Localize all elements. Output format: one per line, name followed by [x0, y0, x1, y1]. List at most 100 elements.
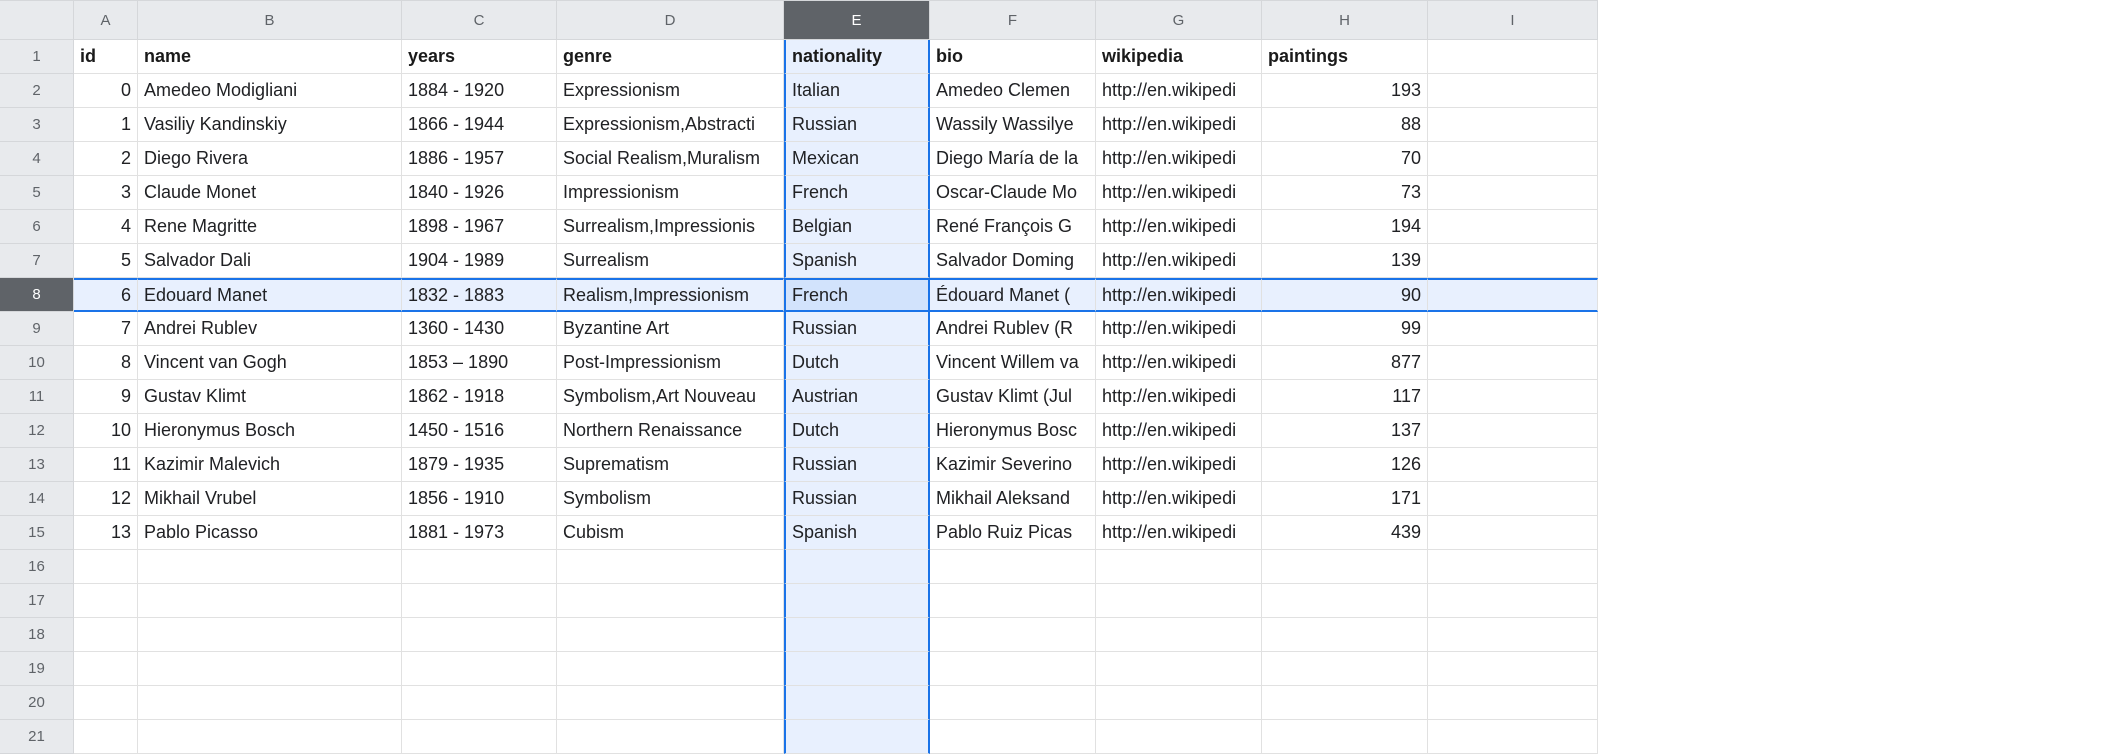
cell-F4[interactable]: Diego María de la	[930, 142, 1096, 176]
row-header-11[interactable]: 11	[0, 380, 74, 414]
cell-E4[interactable]: Mexican	[784, 142, 930, 176]
cell-I20[interactable]	[1428, 686, 1598, 720]
cell-D2[interactable]: Expressionism	[557, 74, 784, 108]
cell-F10[interactable]: Vincent Willem va	[930, 346, 1096, 380]
column-header-F[interactable]: F	[930, 0, 1096, 40]
cell-B1[interactable]: name	[138, 40, 402, 74]
cell-A6[interactable]: 4	[74, 210, 138, 244]
cell-D7[interactable]: Surrealism	[557, 244, 784, 278]
row-header-10[interactable]: 10	[0, 346, 74, 380]
cell-H7[interactable]: 139	[1262, 244, 1428, 278]
cell-F1[interactable]: bio	[930, 40, 1096, 74]
cell-E19[interactable]	[784, 652, 930, 686]
cell-D4[interactable]: Social Realism,Muralism	[557, 142, 784, 176]
cell-A9[interactable]: 7	[74, 312, 138, 346]
cell-F11[interactable]: Gustav Klimt (Jul	[930, 380, 1096, 414]
cell-E17[interactable]	[784, 584, 930, 618]
cell-D1[interactable]: genre	[557, 40, 784, 74]
cell-B15[interactable]: Pablo Picasso	[138, 516, 402, 550]
cell-B9[interactable]: Andrei Rublev	[138, 312, 402, 346]
cell-G9[interactable]: http://en.wikipedi	[1096, 312, 1262, 346]
cell-D12[interactable]: Northern Renaissance	[557, 414, 784, 448]
cell-I18[interactable]	[1428, 618, 1598, 652]
cell-B6[interactable]: Rene Magritte	[138, 210, 402, 244]
cell-D19[interactable]	[557, 652, 784, 686]
cell-C3[interactable]: 1866 - 1944	[402, 108, 557, 142]
cell-B17[interactable]	[138, 584, 402, 618]
column-header-B[interactable]: B	[138, 0, 402, 40]
cell-B18[interactable]	[138, 618, 402, 652]
cell-D21[interactable]	[557, 720, 784, 754]
cell-D5[interactable]: Impressionism	[557, 176, 784, 210]
cell-D17[interactable]	[557, 584, 784, 618]
column-header-I[interactable]: I	[1428, 0, 1598, 40]
cell-E15[interactable]: Spanish	[784, 516, 930, 550]
cell-E10[interactable]: Dutch	[784, 346, 930, 380]
cell-G19[interactable]	[1096, 652, 1262, 686]
cell-G12[interactable]: http://en.wikipedi	[1096, 414, 1262, 448]
cell-B7[interactable]: Salvador Dali	[138, 244, 402, 278]
cell-H14[interactable]: 171	[1262, 482, 1428, 516]
cell-I10[interactable]	[1428, 346, 1598, 380]
cell-A7[interactable]: 5	[74, 244, 138, 278]
cell-A19[interactable]	[74, 652, 138, 686]
cell-A13[interactable]: 11	[74, 448, 138, 482]
cell-E6[interactable]: Belgian	[784, 210, 930, 244]
cell-I15[interactable]	[1428, 516, 1598, 550]
cell-F12[interactable]: Hieronymus Bosc	[930, 414, 1096, 448]
row-header-6[interactable]: 6	[0, 210, 74, 244]
cell-A10[interactable]: 8	[74, 346, 138, 380]
cell-A16[interactable]	[74, 550, 138, 584]
cell-C20[interactable]	[402, 686, 557, 720]
cell-C14[interactable]: 1856 - 1910	[402, 482, 557, 516]
cell-C19[interactable]	[402, 652, 557, 686]
cell-E11[interactable]: Austrian	[784, 380, 930, 414]
cell-A21[interactable]	[74, 720, 138, 754]
cell-H3[interactable]: 88	[1262, 108, 1428, 142]
cell-H2[interactable]: 193	[1262, 74, 1428, 108]
cell-B8[interactable]: Edouard Manet	[138, 278, 402, 312]
cell-F5[interactable]: Oscar-Claude Mo	[930, 176, 1096, 210]
cell-D20[interactable]	[557, 686, 784, 720]
cell-C21[interactable]	[402, 720, 557, 754]
cell-G18[interactable]	[1096, 618, 1262, 652]
cell-G16[interactable]	[1096, 550, 1262, 584]
row-header-21[interactable]: 21	[0, 720, 74, 754]
cell-D16[interactable]	[557, 550, 784, 584]
cell-A11[interactable]: 9	[74, 380, 138, 414]
cell-F3[interactable]: Wassily Wassilye	[930, 108, 1096, 142]
cell-F9[interactable]: Andrei Rublev (R	[930, 312, 1096, 346]
row-header-14[interactable]: 14	[0, 482, 74, 516]
cell-B20[interactable]	[138, 686, 402, 720]
row-header-13[interactable]: 13	[0, 448, 74, 482]
cell-F7[interactable]: Salvador Doming	[930, 244, 1096, 278]
cell-C11[interactable]: 1862 - 1918	[402, 380, 557, 414]
cell-B5[interactable]: Claude Monet	[138, 176, 402, 210]
cell-I16[interactable]	[1428, 550, 1598, 584]
cell-A3[interactable]: 1	[74, 108, 138, 142]
cell-I6[interactable]	[1428, 210, 1598, 244]
cell-D10[interactable]: Post-Impressionism	[557, 346, 784, 380]
cell-E20[interactable]	[784, 686, 930, 720]
cell-G1[interactable]: wikipedia	[1096, 40, 1262, 74]
select-all-corner[interactable]	[0, 0, 74, 40]
cell-I21[interactable]	[1428, 720, 1598, 754]
cell-E12[interactable]: Dutch	[784, 414, 930, 448]
column-header-C[interactable]: C	[402, 0, 557, 40]
column-header-D[interactable]: D	[557, 0, 784, 40]
cell-I8[interactable]	[1428, 278, 1598, 312]
cell-I19[interactable]	[1428, 652, 1598, 686]
cell-D15[interactable]: Cubism	[557, 516, 784, 550]
cell-E21[interactable]	[784, 720, 930, 754]
cell-A14[interactable]: 12	[74, 482, 138, 516]
cell-I1[interactable]	[1428, 40, 1598, 74]
cell-G3[interactable]: http://en.wikipedi	[1096, 108, 1262, 142]
cell-G20[interactable]	[1096, 686, 1262, 720]
cell-E9[interactable]: Russian	[784, 312, 930, 346]
cell-A2[interactable]: 0	[74, 74, 138, 108]
cell-D18[interactable]	[557, 618, 784, 652]
cell-B2[interactable]: Amedeo Modigliani	[138, 74, 402, 108]
cell-H19[interactable]	[1262, 652, 1428, 686]
cell-C8[interactable]: 1832 - 1883	[402, 278, 557, 312]
cell-G21[interactable]	[1096, 720, 1262, 754]
